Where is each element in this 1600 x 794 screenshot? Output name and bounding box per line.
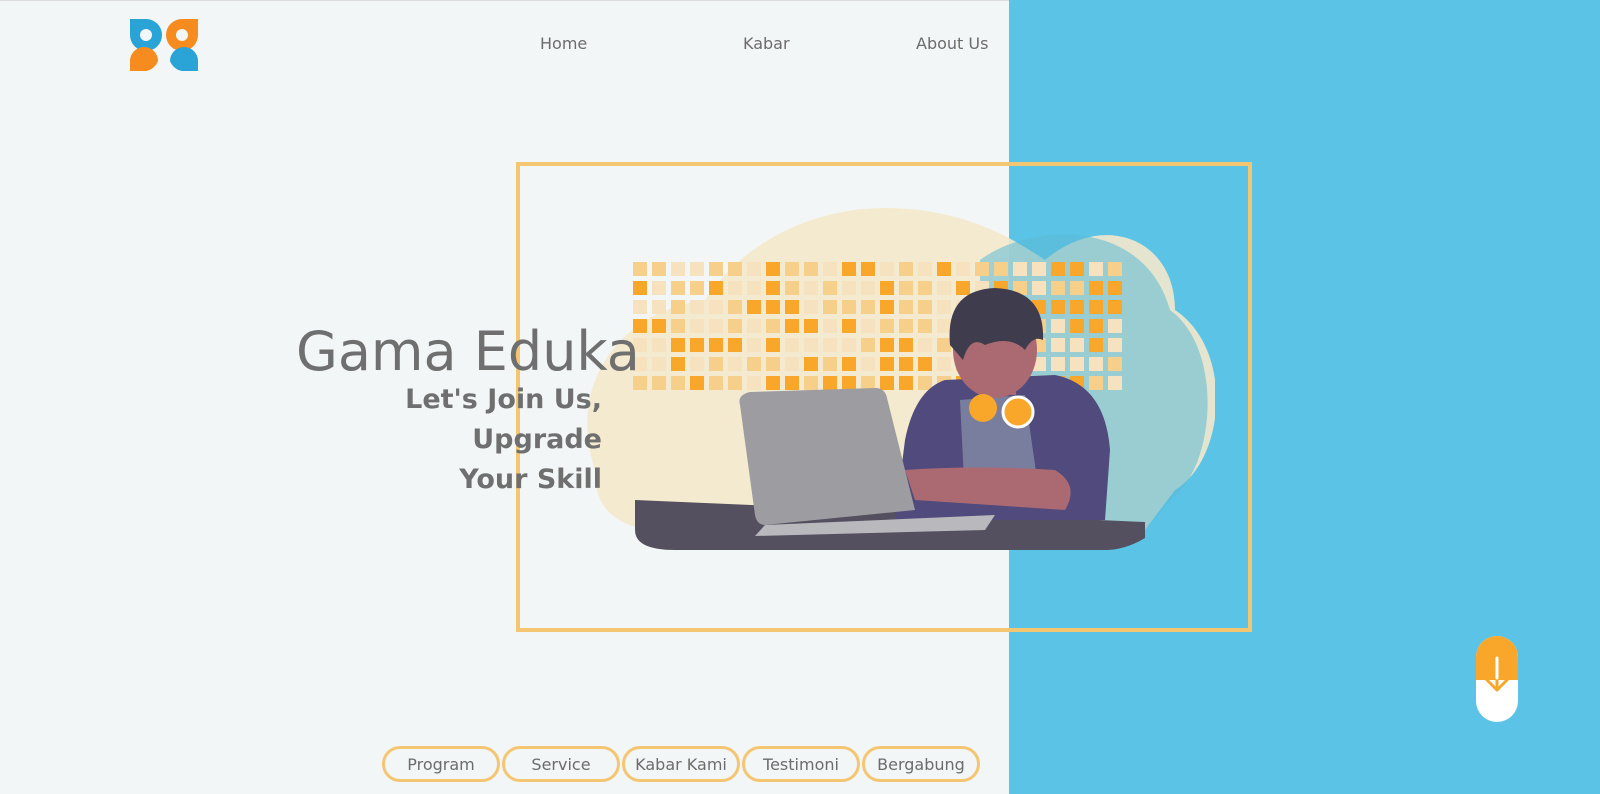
- pill-bergabung[interactable]: Bergabung: [862, 746, 980, 782]
- nav-kabar[interactable]: Kabar: [743, 34, 790, 53]
- hero-subtitle: Let's Join Us, Upgrade Your Skill: [296, 380, 602, 500]
- hero-title: Gama Eduka: [296, 320, 640, 383]
- pill-testimoni[interactable]: Testimoni: [742, 746, 860, 782]
- arrow-down-icon: [1485, 656, 1509, 692]
- logo-icon[interactable]: [128, 17, 200, 73]
- hero-frame: [516, 162, 1252, 632]
- pill-program[interactable]: Program: [382, 746, 500, 782]
- pill-service[interactable]: Service: [502, 746, 620, 782]
- hero-subtitle-line-1: Let's Join Us, Upgrade: [405, 384, 602, 455]
- nav-about-us[interactable]: About Us: [916, 34, 988, 53]
- nav-home[interactable]: Home: [540, 34, 587, 53]
- pill-kabar-kami[interactable]: Kabar Kami: [622, 746, 740, 782]
- hero-subtitle-line-2: Your Skill: [459, 464, 602, 495]
- scroll-down-button[interactable]: [1476, 636, 1518, 722]
